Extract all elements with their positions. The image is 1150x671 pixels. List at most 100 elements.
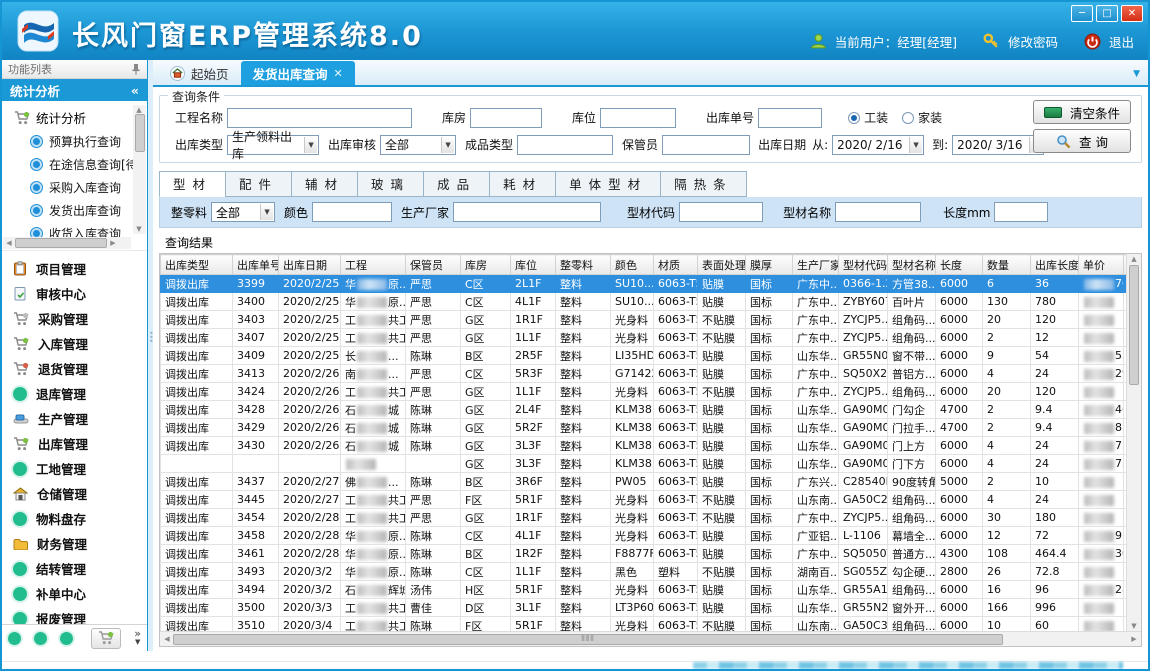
grid-cell[interactable]: 门上方 bbox=[888, 437, 936, 455]
grid-cell[interactable]: 光身料 bbox=[611, 581, 654, 599]
column-header[interactable]: 生产厂家 bbox=[793, 255, 839, 275]
tree-horizontal-scrollbar[interactable]: ◀ ▶ bbox=[3, 237, 131, 249]
grid-cell[interactable]: 国标 bbox=[746, 455, 793, 473]
table-row[interactable]: 调拨出库34032020/2/25工共工程严思G区1R1F整料光身料6063-T… bbox=[161, 311, 1127, 329]
grid-cell[interactable]: 1R1F bbox=[511, 509, 556, 527]
grid-cell[interactable]: 严思 bbox=[406, 311, 461, 329]
sidebar-item-财务管理[interactable]: 财务管理 bbox=[2, 531, 147, 556]
column-header[interactable]: 出库类型 bbox=[161, 255, 233, 275]
grid-cell[interactable]: 方管38... bbox=[888, 275, 936, 293]
grid-cell[interactable]: 3500 bbox=[233, 599, 279, 617]
grid-cell[interactable]: 3437 bbox=[233, 473, 279, 491]
grid-cell[interactable]: 组角码... bbox=[888, 581, 936, 599]
grid-cell[interactable]: 3409 bbox=[233, 347, 279, 365]
grid-cell[interactable]: 山东华... bbox=[793, 419, 839, 437]
grid-cell[interactable] bbox=[1079, 383, 1124, 401]
grid-cell[interactable]: 12 bbox=[1031, 329, 1079, 347]
grid-cell[interactable]: C区 bbox=[461, 365, 511, 383]
grid-cell[interactable]: F8877FT bbox=[611, 545, 654, 563]
grid-cell[interactable]: 120 bbox=[1031, 311, 1079, 329]
grid-cell[interactable]: G区 bbox=[461, 437, 511, 455]
grid-cell[interactable]: 9.4 bbox=[1031, 419, 1079, 437]
tab-起始页[interactable]: 起始页 bbox=[158, 61, 241, 85]
grid-cell[interactable]: 国标 bbox=[746, 437, 793, 455]
grid-cell[interactable]: 916 bbox=[1079, 527, 1124, 545]
table-row[interactable]: 调拨出库35102020/3/4工共工程陈琳F区5R1F整料光身料6063-T5… bbox=[161, 617, 1127, 632]
grid-cell[interactable]: 不贴膜 bbox=[698, 329, 746, 347]
grid-cell[interactable]: 组角码... bbox=[888, 509, 936, 527]
grid-cell[interactable]: 普铝方... bbox=[888, 365, 936, 383]
input-保管员[interactable] bbox=[662, 135, 750, 155]
input-长度mm[interactable] bbox=[994, 202, 1048, 222]
grid-cell[interactable]: 严思 bbox=[406, 293, 461, 311]
input-颜色[interactable] bbox=[312, 202, 392, 222]
sidebar-item-工地管理[interactable]: 工地管理 bbox=[2, 456, 147, 481]
column-header[interactable]: 颜色 bbox=[611, 255, 654, 275]
maximize-button[interactable]: □ bbox=[1096, 5, 1118, 22]
grid-cell[interactable]: 180 bbox=[1031, 509, 1079, 527]
grid-cell[interactable]: SU10... bbox=[611, 275, 654, 293]
grid-cell[interactable]: 10 bbox=[1031, 473, 1079, 491]
grid-cell[interactable]: 2L1F bbox=[511, 275, 556, 293]
grid-cell[interactable]: 国标 bbox=[746, 563, 793, 581]
input-库位[interactable] bbox=[600, 108, 676, 128]
grid-cell[interactable] bbox=[1079, 491, 1124, 509]
grid-cell[interactable]: 4 bbox=[983, 365, 1031, 383]
radio-工装[interactable]: 工装 bbox=[848, 109, 888, 126]
grid-cell[interactable]: 国标 bbox=[746, 527, 793, 545]
grid-cell[interactable]: SU10... bbox=[611, 293, 654, 311]
grid-cell[interactable]: 贴膜 bbox=[698, 275, 746, 293]
grid-cell[interactable]: 光身料 bbox=[611, 311, 654, 329]
sidebar-splitter[interactable]: ••• bbox=[148, 60, 153, 651]
grid-cell[interactable]: G区 bbox=[461, 383, 511, 401]
grid-cell[interactable]: KLM3817 bbox=[611, 437, 654, 455]
select-出库类型[interactable]: 生产领料出库▼ bbox=[227, 135, 319, 155]
grid-cell[interactable]: 2020/2/25 bbox=[279, 293, 341, 311]
grid-cell[interactable]: 广东中... bbox=[793, 275, 839, 293]
column-header[interactable]: 表面处理 bbox=[698, 255, 746, 275]
grid-cell[interactable]: 2 bbox=[983, 401, 1031, 419]
grid-cell[interactable]: G区 bbox=[461, 419, 511, 437]
footer-cart-button[interactable] bbox=[91, 628, 121, 649]
grid-cell[interactable]: 国标 bbox=[746, 581, 793, 599]
grid-cell[interactable]: 90度转角 bbox=[888, 473, 936, 491]
grid-cell[interactable]: 24 bbox=[1031, 437, 1079, 455]
grid-cell[interactable]: G区 bbox=[461, 311, 511, 329]
grid-cell[interactable]: 整料 bbox=[556, 617, 611, 632]
grid-cell[interactable]: 708 bbox=[1079, 275, 1124, 293]
grid-cell[interactable]: 6000 bbox=[936, 329, 983, 347]
grid-cell[interactable]: 3454 bbox=[233, 509, 279, 527]
grid-cell[interactable]: 不贴膜 bbox=[698, 383, 746, 401]
grid-cell[interactable]: 组角码... bbox=[888, 491, 936, 509]
change-password-link[interactable]: 修改密码 bbox=[1008, 32, 1058, 51]
grid-cell[interactable]: 20 bbox=[983, 383, 1031, 401]
table-row[interactable]: 调拨出库34542020/2/28工共工程严思G区1R1F整料光身料6063-T… bbox=[161, 509, 1127, 527]
grid-cell[interactable]: 3L1F bbox=[511, 599, 556, 617]
grid-horizontal-scrollbar[interactable]: ◀ ⦀⦀⦀ ▶ bbox=[160, 631, 1141, 646]
grid-cell[interactable]: LT3P60 bbox=[611, 599, 654, 617]
grid-cell[interactable]: ZYCJP5... bbox=[839, 311, 888, 329]
grid-cell[interactable]: 国标 bbox=[746, 401, 793, 419]
grid-cell[interactable]: G区 bbox=[461, 401, 511, 419]
grid-cell[interactable]: 464.4 bbox=[1031, 545, 1079, 563]
grid-cell[interactable]: 整料 bbox=[556, 383, 611, 401]
tab-list-dropdown-icon[interactable]: ▼ bbox=[1133, 69, 1140, 79]
grid-cell[interactable]: 石辉城 bbox=[341, 581, 406, 599]
grid-cell[interactable]: 2020/2/25 bbox=[279, 275, 341, 293]
grid-cell[interactable]: 贴膜 bbox=[698, 419, 746, 437]
grid-cell[interactable]: 10 bbox=[983, 617, 1031, 632]
grid-cell[interactable]: 16 bbox=[983, 581, 1031, 599]
grid-cell[interactable]: 山东南... bbox=[793, 491, 839, 509]
grid-cell[interactable]: 2020/2/28 bbox=[279, 545, 341, 563]
table-row[interactable]: 调拨出库34942020/3/2石辉城汤伟H区5R1F整料光身料6063-T5贴… bbox=[161, 581, 1127, 599]
grid-cell[interactable]: 组角码... bbox=[888, 617, 936, 632]
grid-cell[interactable]: KLM3817 bbox=[611, 455, 654, 473]
grid-cell[interactable]: 调拨出库 bbox=[161, 275, 233, 293]
grid-cell[interactable]: 陈琳 bbox=[406, 347, 461, 365]
grid-cell[interactable] bbox=[279, 455, 341, 473]
material-tab-隔热条[interactable]: 隔热条 bbox=[660, 171, 747, 197]
grid-cell[interactable]: 调拨出库 bbox=[161, 527, 233, 545]
grid-cell[interactable]: G区 bbox=[461, 509, 511, 527]
grid-cell[interactable]: 3494 bbox=[233, 581, 279, 599]
grid-cell[interactable]: 3429 bbox=[233, 419, 279, 437]
